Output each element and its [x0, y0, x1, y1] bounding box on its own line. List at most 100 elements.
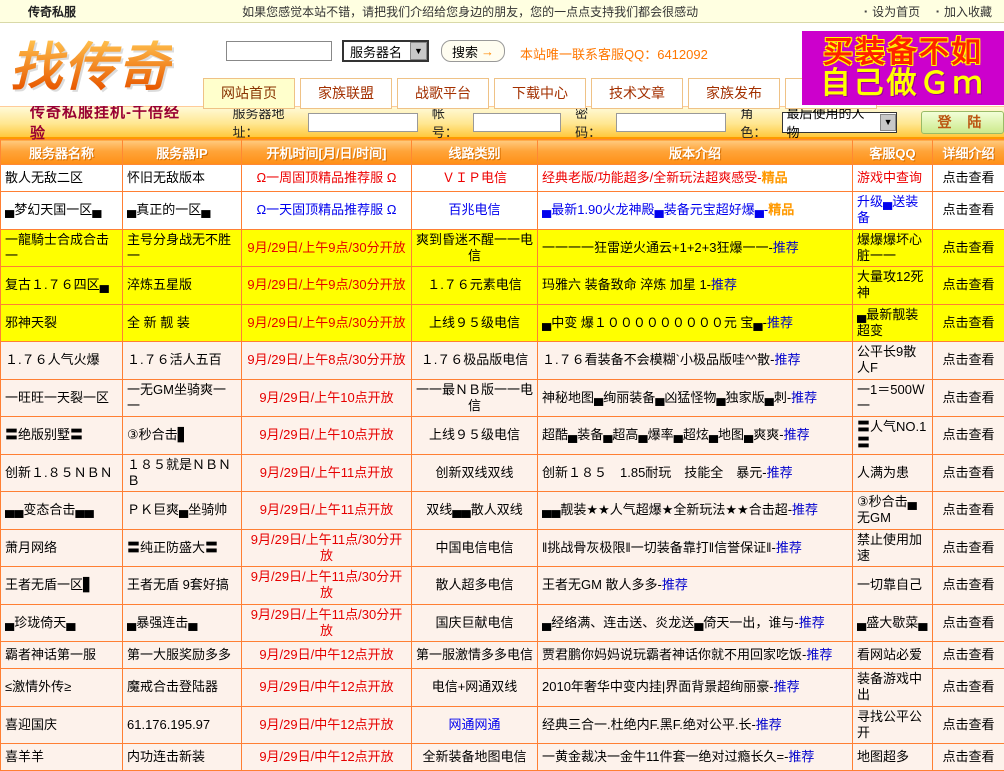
detail-link[interactable]: 点击查看 [933, 192, 1004, 230]
detail-link[interactable]: 点击查看 [933, 417, 1004, 455]
nav-tab[interactable]: 技术文章 [591, 78, 683, 109]
line-type: ＶＩＰ电信 [412, 165, 538, 192]
add-favorite-link[interactable]: ▪ 加入收藏 [936, 3, 992, 20]
version-text: ‖挑战骨灰极限‖一切装备靠打‖信誉保证‖- [542, 540, 776, 555]
table-row: 霸者神话第一服 第一大服奖励多多 9月/29日/中午12点开放 第一服激情多多电… [1, 642, 1004, 669]
line-type: 全新装备地图电信 [412, 744, 538, 771]
ad-banner-line2: 自己做Ｇｍ [821, 68, 986, 100]
account-input[interactable] [473, 113, 561, 132]
ad-banner[interactable]: 买装备不如 自己做Ｇｍ [802, 31, 1004, 105]
topbar-notice: 如果您感觉本站不错，请把我们介绍给您身边的朋友，您的一点点支持我们都会很感动 [76, 3, 864, 20]
open-time: 9月/29日/中午12点开放 [242, 669, 412, 707]
qq: 看网站必爱 [853, 642, 933, 669]
server-ip: 第一大服奖励多多 [123, 642, 242, 669]
server-ip: 魔戒合击登陆器 [123, 669, 242, 707]
version-tag: 推荐 [711, 277, 737, 292]
detail-link[interactable]: 点击查看 [933, 454, 1004, 492]
topbar: 传奇私服 如果您感觉本站不错，请把我们介绍给您身边的朋友，您的一点点支持我们都会… [0, 0, 1004, 23]
open-time: Ω一天固顶精品推荐服 Ω [242, 192, 412, 230]
open-time: 9月/29日/中午12点开放 [242, 706, 412, 744]
server-ip: ＰＫ巨爽▄坐骑帅 [123, 492, 242, 530]
server-ip: 内功连击新装 [123, 744, 242, 771]
header: 找传奇 服务器名 ▼ 搜索 → 本站唯一联系客服QQ：6412092 网站首页 … [0, 23, 1004, 106]
detail-link[interactable]: 点击查看 [933, 229, 1004, 267]
table-row: １.７６人气火爆 １.７６活人五百 9月/29日/上午8点/30分开放 １.７６… [1, 342, 1004, 380]
qq: 升级▄送装备 [853, 192, 933, 230]
version-tag: 推荐 [791, 390, 817, 405]
login-button[interactable]: 登 陆 [921, 111, 1004, 134]
detail-link[interactable]: 点击查看 [933, 379, 1004, 417]
nav-tab-label: 下载中心 [512, 85, 568, 101]
qq: 禁止使用加速 [853, 529, 933, 567]
version-tag: 精品 [762, 170, 788, 185]
server-ip: １.７６活人五百 [123, 342, 242, 380]
bullet-icon: ▪ [936, 7, 939, 16]
version-text: ▄中变 爆１０００００００００元 宝▄- [542, 315, 767, 330]
detail-link[interactable]: 点击查看 [933, 706, 1004, 744]
chevron-down-icon: ▼ [880, 114, 896, 131]
line-type: 双线▄▄散人双线 [412, 492, 538, 530]
version-tag: 推荐 [788, 749, 814, 764]
server-name: 王者无盾一区▋ [1, 567, 123, 605]
nav-tab[interactable]: 家族联盟 [300, 78, 392, 109]
server-name: 一龍騎士合成合击一 [1, 229, 123, 267]
server-name: ▄▄变态合击▄▄ [1, 492, 123, 530]
detail-link[interactable]: 点击查看 [933, 567, 1004, 605]
col-header-name: 服务器名称 [1, 140, 123, 165]
search-arrow-icon: → [481, 44, 494, 59]
role-select[interactable]: 最后使用的人物 ▼ [782, 112, 897, 133]
nav-tab[interactable]: 网站首页 [203, 78, 295, 109]
nav-tab[interactable]: 战歌平台 [397, 78, 489, 109]
version-tag: 推荐 [773, 240, 799, 255]
search-button[interactable]: 搜索 → [441, 40, 505, 62]
table-row: 一龍騎士合成合击一 主号分身战无不胜一 9月/29日/上午9点/30分开放 爽到… [1, 229, 1004, 267]
password-input[interactable] [616, 113, 726, 132]
version-text: 一黄金裁决一金牛11件套一绝对过瘾长久=- [542, 749, 788, 764]
nav-tab[interactable]: 下载中心 [494, 78, 586, 109]
detail-link[interactable]: 点击查看 [933, 744, 1004, 771]
table-row: 喜迎国庆 61.176.195.97 9月/29日/中午12点开放 网通网通 经… [1, 706, 1004, 744]
server-address-input[interactable] [308, 113, 418, 132]
search-category-select[interactable]: 服务器名 ▼ [342, 40, 429, 62]
col-header-qq: 客服QQ [853, 140, 933, 165]
line-type: １.７６极品版电信 [412, 342, 538, 380]
version-text: ▄经络满、连击送、炎龙送▄倚天一出，谁与- [542, 615, 799, 630]
nav-tab-label: 家族发布 [706, 85, 762, 101]
search-input[interactable] [226, 41, 332, 61]
detail-link[interactable]: 点击查看 [933, 669, 1004, 707]
server-ip: １８５就是ＮＢＮＢ [123, 454, 242, 492]
detail-link[interactable]: 点击查看 [933, 529, 1004, 567]
detail-link[interactable]: 点击查看 [933, 267, 1004, 305]
open-time: 9月/29日/上午9点/30分开放 [242, 229, 412, 267]
qq: ▄最新靓装超变 [853, 304, 933, 342]
detail-link[interactable]: 点击查看 [933, 342, 1004, 380]
nav-tab-label: 技术文章 [609, 85, 665, 101]
open-time: 9月/29日/上午8点/30分开放 [242, 342, 412, 380]
version-text: 玛雅六 装备致命 淬炼 加星 1- [542, 277, 711, 292]
table-row: 萧月网络 〓纯正防盛大〓 9月/29日/上午11点/30分开放 中国电信电信 ‖… [1, 529, 1004, 567]
table-row: ▄▄变态合击▄▄ ＰＫ巨爽▄坐骑帅 9月/29日/上午11点开放 双线▄▄散人双… [1, 492, 1004, 530]
server-name: 邪神天裂 [1, 304, 123, 342]
qq: 〓人气NO.1〓 [853, 417, 933, 455]
col-header-detail: 详细介绍 [933, 140, 1004, 165]
open-time: 9月/29日/上午10点开放 [242, 417, 412, 455]
col-header-version: 版本介绍 [538, 140, 853, 165]
open-time: 9月/29日/上午11点/30分开放 [242, 567, 412, 605]
server-name: 散人无敌二区 [1, 165, 123, 192]
bullet-icon: ▪ [864, 7, 867, 16]
detail-link[interactable]: 点击查看 [933, 642, 1004, 669]
set-home-link[interactable]: ▪ 设为首页 [864, 3, 920, 20]
version-tag: 推荐 [792, 502, 818, 517]
detail-link[interactable]: 点击查看 [933, 304, 1004, 342]
server-name: １.７６人气火爆 [1, 342, 123, 380]
version-tag: 推荐 [799, 615, 825, 630]
qq: 装备游戏中出 [853, 669, 933, 707]
version-text: 贾君鹏你妈妈说玩霸者神话你就不用回家吃饭- [542, 647, 806, 662]
version-tag: 推荐 [767, 315, 793, 330]
detail-link[interactable]: 点击查看 [933, 492, 1004, 530]
nav-tab[interactable]: 家族发布 [688, 78, 780, 109]
col-header-line: 线路类别 [412, 140, 538, 165]
detail-link[interactable]: 点击查看 [933, 165, 1004, 192]
line-type: 电信+网通双线 [412, 669, 538, 707]
detail-link[interactable]: 点击查看 [933, 604, 1004, 642]
